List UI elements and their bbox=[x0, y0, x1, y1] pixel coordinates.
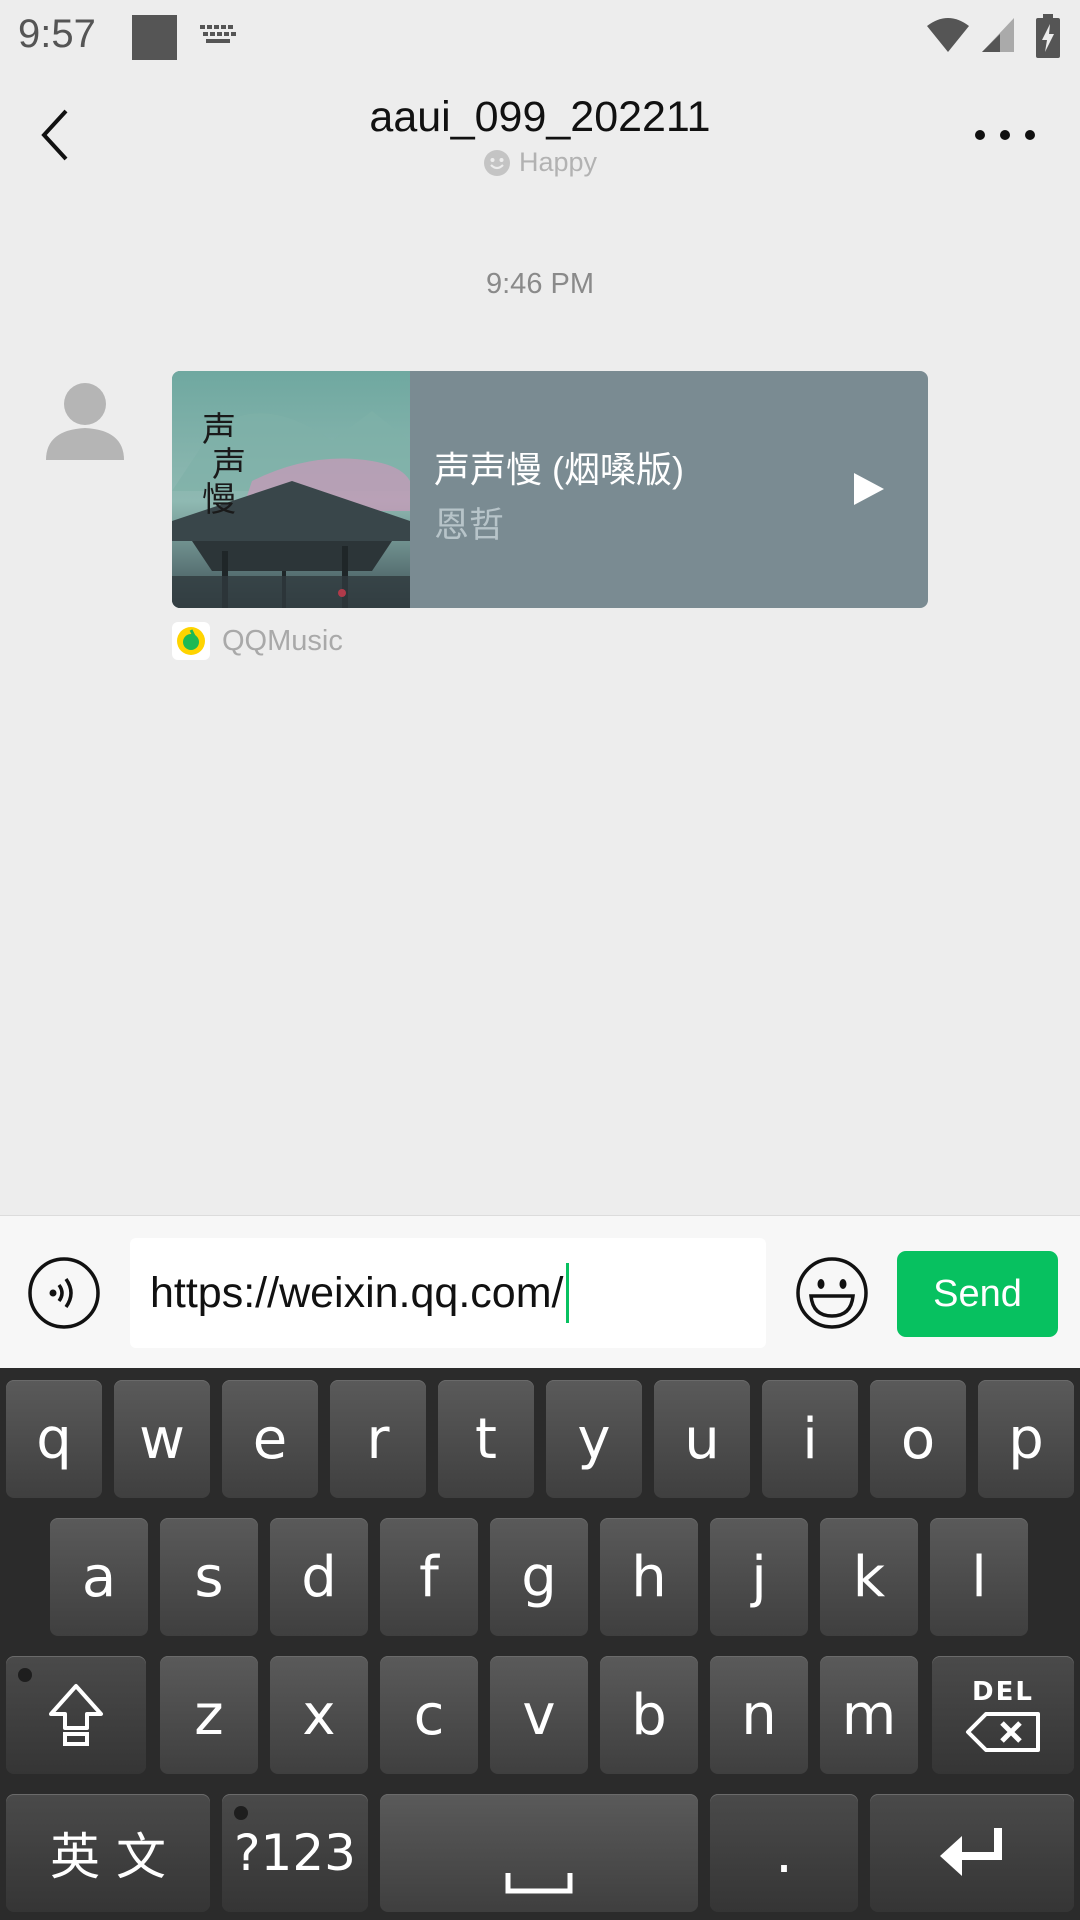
symbols-key-label: ?123 bbox=[234, 1824, 356, 1882]
svg-text:声: 声 bbox=[202, 410, 236, 450]
send-button[interactable]: Send bbox=[897, 1251, 1058, 1337]
key-t[interactable]: t bbox=[438, 1380, 534, 1498]
chat-title: aaui_099_202211 bbox=[369, 93, 711, 141]
key-o[interactable]: o bbox=[870, 1380, 966, 1498]
music-artist: 恩哲 bbox=[434, 506, 505, 545]
language-switch-key[interactable]: 英 文 bbox=[6, 1794, 210, 1912]
keyboard: q w e r t y u i o p a s d f g h j k l z … bbox=[0, 1368, 1080, 1920]
key-q[interactable]: q bbox=[6, 1380, 102, 1498]
key-e[interactable]: e bbox=[222, 1380, 318, 1498]
key-m[interactable]: m bbox=[820, 1656, 918, 1774]
battery-charging-icon bbox=[1036, 14, 1060, 58]
message-input-text: https://weixin.qq.com/ bbox=[150, 1268, 564, 1317]
voice-input-button[interactable] bbox=[27, 1256, 101, 1330]
key-f[interactable]: f bbox=[380, 1518, 478, 1636]
more-dot-icon bbox=[1000, 130, 1010, 140]
key-p[interactable]: p bbox=[978, 1380, 1074, 1498]
key-n[interactable]: n bbox=[710, 1656, 808, 1774]
key-b[interactable]: b bbox=[600, 1656, 698, 1774]
backspace-icon bbox=[966, 1712, 1040, 1752]
music-source: QQMusic bbox=[172, 622, 343, 660]
key-x[interactable]: x bbox=[270, 1656, 368, 1774]
avatar[interactable] bbox=[40, 372, 130, 462]
music-source-label: QQMusic bbox=[222, 624, 343, 657]
key-i[interactable]: i bbox=[762, 1380, 858, 1498]
album-cover-image: 声 声 慢 bbox=[172, 371, 410, 608]
enter-key[interactable] bbox=[870, 1794, 1074, 1912]
key-s[interactable]: s bbox=[160, 1518, 258, 1636]
more-dot-icon bbox=[1025, 130, 1035, 140]
wifi-icon bbox=[927, 18, 969, 52]
notification-icon bbox=[132, 15, 177, 60]
key-d[interactable]: d bbox=[270, 1518, 368, 1636]
key-v[interactable]: v bbox=[490, 1656, 588, 1774]
key-k[interactable]: k bbox=[820, 1518, 918, 1636]
key-l[interactable]: l bbox=[930, 1518, 1028, 1636]
status-time: 9:57 bbox=[18, 12, 96, 56]
smiley-icon bbox=[483, 149, 510, 176]
play-icon[interactable] bbox=[854, 473, 884, 505]
period-key[interactable]: . bbox=[710, 1794, 858, 1912]
delete-key-label: DEL bbox=[972, 1677, 1034, 1707]
key-r[interactable]: r bbox=[330, 1380, 426, 1498]
key-a[interactable]: a bbox=[50, 1518, 148, 1636]
emoji-button[interactable] bbox=[795, 1256, 869, 1330]
signal-icon bbox=[982, 18, 1014, 52]
music-card[interactable]: 声 声 慢 声声慢 (烟嗓版) 恩哲 bbox=[172, 371, 928, 608]
chat-status: Happy bbox=[0, 147, 1080, 178]
more-options-button[interactable] bbox=[975, 125, 1035, 145]
qq-music-icon bbox=[172, 622, 210, 660]
keyboard-icon bbox=[200, 25, 236, 43]
chat-header: aaui_099_202211 Happy bbox=[0, 75, 1080, 200]
input-bar: https://weixin.qq.com/ Send bbox=[0, 1215, 1080, 1368]
key-w[interactable]: w bbox=[114, 1380, 210, 1498]
delete-key[interactable]: DEL bbox=[932, 1656, 1074, 1774]
key-j[interactable]: j bbox=[710, 1518, 808, 1636]
music-title: 声声慢 (烟嗓版) bbox=[434, 449, 684, 490]
message-input[interactable]: https://weixin.qq.com/ bbox=[130, 1238, 766, 1348]
key-indicator-dot bbox=[234, 1806, 248, 1820]
space-bar-icon bbox=[505, 1873, 573, 1894]
key-z[interactable]: z bbox=[160, 1656, 258, 1774]
svg-text:声: 声 bbox=[212, 445, 246, 485]
svg-text:慢: 慢 bbox=[202, 480, 236, 520]
symbols-key[interactable]: ?123 bbox=[222, 1794, 368, 1912]
chat-status-text: Happy bbox=[518, 147, 598, 177]
key-indicator-dot bbox=[18, 1668, 32, 1682]
more-dot-icon bbox=[975, 130, 985, 140]
key-u[interactable]: u bbox=[654, 1380, 750, 1498]
space-key[interactable] bbox=[380, 1794, 698, 1912]
shift-arrow-icon bbox=[49, 1684, 103, 1746]
key-y[interactable]: y bbox=[546, 1380, 642, 1498]
message-timestamp: 9:46 PM bbox=[486, 268, 594, 300]
enter-arrow-icon bbox=[940, 1828, 1002, 1876]
key-g[interactable]: g bbox=[490, 1518, 588, 1636]
key-c[interactable]: c bbox=[380, 1656, 478, 1774]
status-bar: 9:57 bbox=[0, 0, 1080, 75]
text-caret bbox=[566, 1263, 570, 1323]
shift-key[interactable] bbox=[6, 1656, 146, 1774]
key-h[interactable]: h bbox=[600, 1518, 698, 1636]
